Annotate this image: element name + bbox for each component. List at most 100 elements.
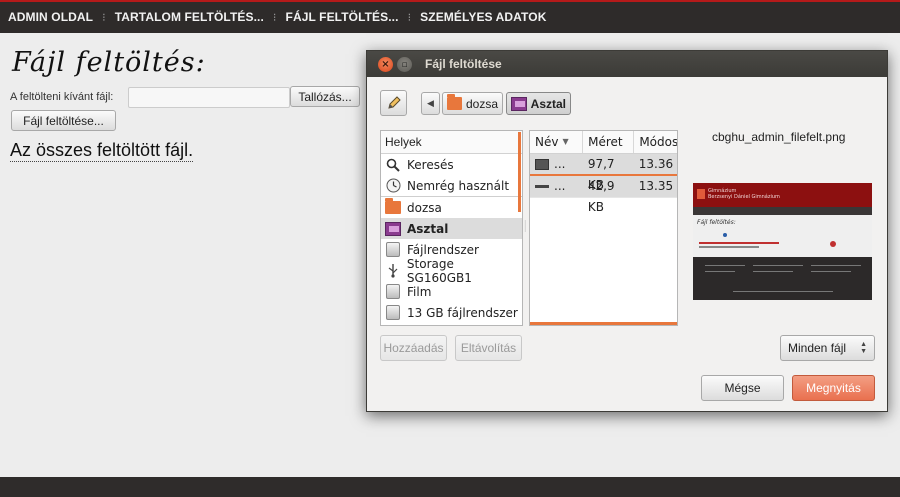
preview-filename: cbghu_admin_filefelt.png: [712, 130, 846, 144]
place-label: Fájlrendszer: [407, 242, 479, 257]
image-file-icon: [535, 159, 549, 170]
all-files-link[interactable]: Az összes feltöltött fájl.: [10, 140, 194, 162]
file-field-label: A feltölteni kívánt fájl:: [10, 91, 114, 103]
breadcrumb-desktop-label: Asztal: [530, 96, 566, 111]
home-folder-icon: [447, 94, 462, 110]
preview-header: Gimnázium Berzsenyi Dániel Gimnázium: [693, 183, 872, 207]
file-input[interactable]: [128, 87, 290, 108]
page-title: Fájl feltöltés:: [12, 47, 206, 78]
dialog-title: Fájl feltöltése: [425, 57, 502, 71]
preview-line: [699, 246, 759, 248]
preview-content: Fájl feltöltés:: [693, 215, 872, 257]
path-back-button[interactable]: ◀: [421, 92, 440, 115]
column-name-label: Név: [535, 135, 559, 149]
file-modified: 13.35: [638, 179, 674, 193]
place-desktop[interactable]: Asztal: [381, 218, 522, 239]
file-name-cell: ...: [530, 154, 583, 175]
place-home[interactable]: dozsa: [381, 196, 522, 218]
places-scrollbar[interactable]: [518, 132, 521, 212]
file-filter-value: Minden fájl: [788, 341, 847, 355]
edit-location-button[interactable]: [380, 90, 407, 116]
place-label: Nemrég használt: [407, 178, 510, 193]
file-list-scrollbar[interactable]: [530, 322, 677, 325]
preview-brand-line2: Berzsenyi Dániel Gimnázium: [708, 194, 780, 200]
place-label: Asztal: [407, 221, 449, 236]
preview-nav: [693, 207, 872, 215]
column-name[interactable]: Név ▼: [530, 131, 584, 153]
places-header: Helyek: [381, 131, 522, 154]
image-file-icon: [535, 185, 549, 188]
open-button[interactable]: Megnyitás: [792, 375, 875, 401]
nav-separator: ⁝: [102, 11, 106, 24]
place-label: Keresés: [407, 157, 454, 172]
place-label: Film: [407, 284, 432, 299]
search-icon: [385, 157, 401, 173]
home-folder-icon: [385, 198, 401, 216]
chevron-left-icon: ◀: [427, 98, 434, 108]
drive-icon: [385, 305, 401, 321]
drive-icon: [385, 284, 401, 300]
file-list-header: Név ▼ Méret Módosít: [530, 131, 677, 154]
column-size[interactable]: Méret: [583, 131, 635, 153]
column-modified[interactable]: Módosít: [634, 131, 677, 153]
nav-file-upload[interactable]: FÁJL FELTÖLTÉS...: [286, 10, 399, 24]
top-nav-bar: ADMIN OLDAL ⁝ TARTALOM FELTÖLTÉS... ⁝ FÁ…: [0, 0, 900, 33]
file-size: 97,7 KB: [587, 157, 615, 192]
preview-footer-line: [753, 265, 803, 266]
pencil-icon: [387, 96, 401, 109]
file-chooser-dialog: × ▫ Fájl feltöltése ◀ dozsa Asztal Helye…: [366, 50, 888, 412]
desktop-icon: [385, 221, 401, 237]
nav-content-upload[interactable]: TARTALOM FELTÖLTÉS...: [115, 10, 264, 24]
preview-logo: [697, 189, 705, 199]
cancel-button[interactable]: Mégse: [701, 375, 784, 401]
page-footer: [0, 477, 900, 497]
upload-button[interactable]: Fájl feltöltése...: [11, 110, 116, 131]
updown-arrows-icon: ▲ ▼: [860, 341, 867, 355]
preview-line: [699, 242, 779, 244]
preview-footer: [693, 257, 872, 300]
remove-bookmark-button[interactable]: Eltávolítás: [455, 335, 522, 361]
nav-personal-data[interactable]: SZEMÉLYES ADATOK: [420, 10, 546, 24]
place-search[interactable]: Keresés: [381, 154, 522, 175]
preview-marker: [723, 233, 727, 237]
place-label: 13 GB fájlrendszer: [407, 305, 518, 320]
close-icon[interactable]: ×: [378, 57, 393, 72]
places-panel: Helyek Keresés Nemrég használt dozsa Asz…: [380, 130, 523, 326]
desktop-icon: [511, 96, 527, 111]
file-size: 42,9 KB: [587, 179, 615, 214]
place-13gb[interactable]: 13 GB fájlrendszer: [381, 302, 522, 323]
dialog-titlebar: × ▫ Fájl feltöltése: [367, 51, 887, 77]
preview-image: Gimnázium Berzsenyi Dániel Gimnázium Fáj…: [693, 183, 872, 300]
preview-footer-line: [705, 265, 745, 266]
preview-footer-line: [811, 265, 861, 266]
breadcrumb-desktop[interactable]: Asztal: [506, 92, 571, 115]
usb-icon: [385, 263, 401, 279]
clock-icon: [385, 178, 401, 194]
file-row[interactable]: ... 42,9 KB 13.35: [530, 176, 677, 214]
breadcrumb-home-label: dozsa: [465, 96, 498, 111]
nav-separator: ⁝: [407, 11, 412, 24]
nav-separator: ⁝: [272, 11, 277, 24]
sort-down-icon: ▼: [562, 137, 569, 146]
file-list: Név ▼ Méret Módosít ... 97,7 KB 13.36 ..…: [529, 130, 678, 326]
breadcrumb-home[interactable]: dozsa: [442, 92, 503, 115]
place-recent[interactable]: Nemrég használt: [381, 175, 522, 196]
preview-footer-line: [811, 271, 851, 272]
preview-footer-line: [753, 271, 793, 272]
file-name-cell: ...: [530, 176, 583, 197]
pane-splitter[interactable]: ⁝ ⁝: [524, 220, 527, 234]
place-storage[interactable]: Storage SG160GB1: [381, 257, 522, 285]
file-modified: 13.36: [638, 157, 674, 171]
main-nav: ADMIN OLDAL ⁝ TARTALOM FELTÖLTÉS... ⁝ FÁ…: [8, 10, 546, 24]
drive-icon: [385, 242, 401, 258]
minimize-icon[interactable]: ▫: [397, 57, 412, 72]
preview-heading: Fájl feltöltés:: [697, 219, 736, 226]
file-filter-select[interactable]: Minden fájl ▲ ▼: [780, 335, 875, 361]
add-bookmark-button[interactable]: Hozzáadás: [380, 335, 447, 361]
browse-button[interactable]: Tallózás...: [290, 86, 360, 107]
place-label: Storage SG160GB1: [406, 256, 472, 285]
file-row[interactable]: ... 97,7 KB 13.36: [530, 154, 677, 192]
nav-admin[interactable]: ADMIN OLDAL: [8, 10, 93, 24]
preview-brand: Gimnázium Berzsenyi Dániel Gimnázium: [708, 188, 780, 200]
preview-footer-line: [705, 271, 735, 272]
